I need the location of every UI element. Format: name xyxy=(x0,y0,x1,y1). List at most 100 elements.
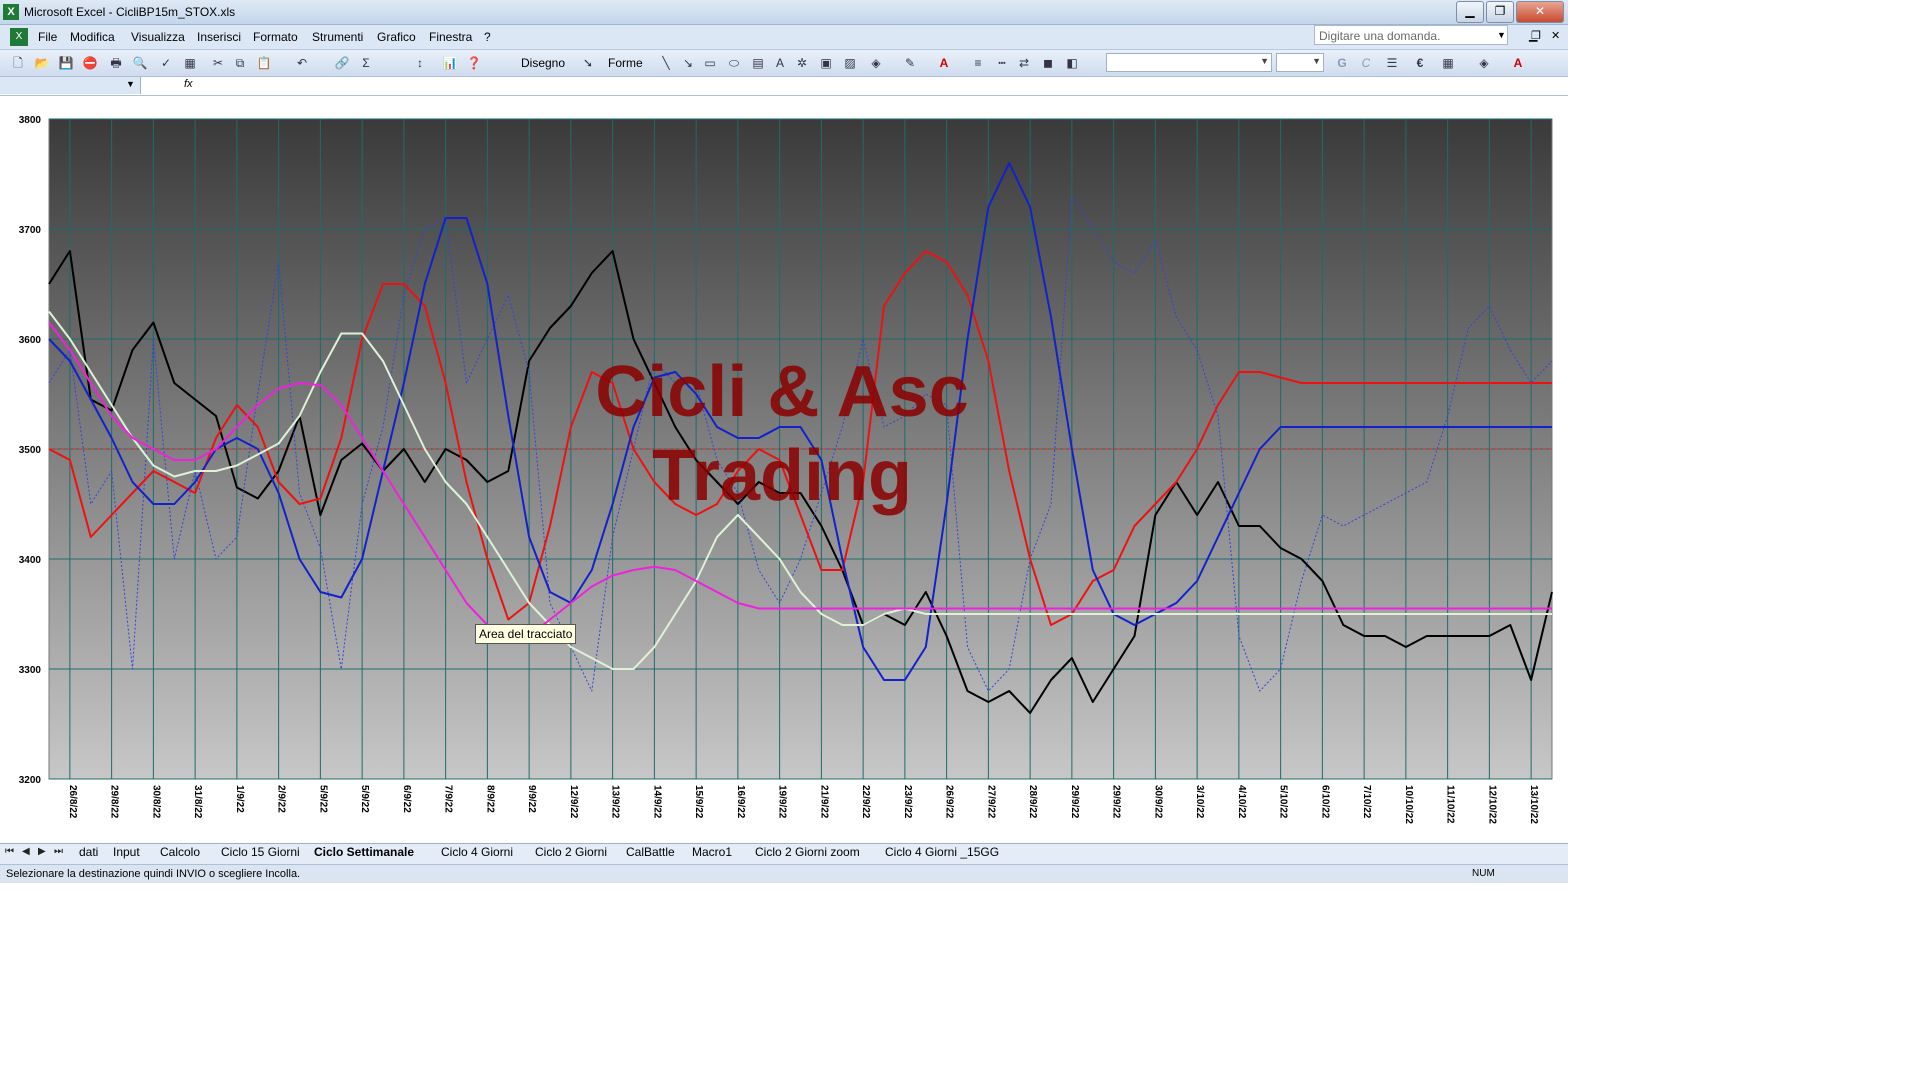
research-icon[interactable]: ▦ xyxy=(182,55,198,71)
tab-calbattle[interactable]: CalBattle xyxy=(626,845,675,859)
picture-icon[interactable]: ▨ xyxy=(842,55,858,71)
menu-help[interactable]: ? xyxy=(484,30,491,44)
arrow-icon[interactable]: ↘ xyxy=(680,55,696,71)
doc-restore-button[interactable]: ❐ xyxy=(1531,29,1541,42)
permission-icon[interactable]: ⛔ xyxy=(82,55,98,71)
tab-ciclo-15-giorni[interactable]: Ciclo 15 Giorni xyxy=(221,845,300,859)
last-sheet-button[interactable]: ⏭ xyxy=(54,846,63,857)
open-icon[interactable]: 📂 xyxy=(34,55,50,71)
x-tick-label: 28/9/22 xyxy=(1027,785,1038,819)
sort-icon[interactable]: ↕ xyxy=(412,55,428,71)
x-tick-label: 27/9/22 xyxy=(985,785,996,819)
font-size-combo[interactable]: ▼ xyxy=(1276,53,1324,72)
y-tick-label: 3300 xyxy=(19,665,42,676)
cell-fill-icon[interactable]: ◈ xyxy=(1476,55,1492,71)
copy-icon[interactable]: ⧉ xyxy=(232,55,248,71)
rectangle-icon[interactable]: ▭ xyxy=(702,55,718,71)
menu-file[interactable]: File xyxy=(38,30,57,44)
clipart-icon[interactable]: ▣ xyxy=(818,55,834,71)
borders-icon[interactable]: ▦ xyxy=(1440,55,1456,71)
line-style-icon[interactable]: ≡ xyxy=(970,55,986,71)
menu-inserisci[interactable]: Inserisci xyxy=(197,30,241,44)
chart-wizard-icon[interactable]: 📊 xyxy=(442,55,458,71)
tab-dati[interactable]: dati xyxy=(79,845,98,859)
y-tick-label: 3800 xyxy=(19,115,42,126)
workbook-icon[interactable]: X xyxy=(10,28,28,46)
align-icon[interactable]: ☰ xyxy=(1384,55,1400,71)
menu-finestra[interactable]: Finestra xyxy=(429,30,472,44)
oval-icon[interactable]: ⬭ xyxy=(726,55,742,71)
print-icon[interactable]: 🖶 xyxy=(108,55,124,71)
first-sheet-button[interactable]: ⏮ xyxy=(5,846,14,857)
x-tick-label: 13/9/22 xyxy=(610,785,621,819)
cut-icon[interactable]: ✂ xyxy=(210,55,226,71)
tab-ciclo-2-giorni-zoom[interactable]: Ciclo 2 Giorni zoom xyxy=(755,845,860,859)
font-name-combo[interactable]: ▼ xyxy=(1106,53,1272,72)
watermark-line: Cicli & Asc xyxy=(595,352,968,432)
help-question-input[interactable]: Digitare una domanda. xyxy=(1314,25,1508,45)
autosum-icon[interactable]: Σ xyxy=(358,55,374,71)
spelling-icon[interactable]: ✓ xyxy=(158,55,174,71)
currency-button[interactable]: € xyxy=(1412,55,1428,71)
next-sheet-button[interactable]: ▶ xyxy=(38,846,46,857)
x-tick-label: 6/9/22 xyxy=(401,785,412,813)
x-tick-label: 5/9/22 xyxy=(317,785,328,813)
x-tick-label: 7/10/22 xyxy=(1361,785,1372,819)
forme-menu[interactable]: Forme xyxy=(608,56,643,70)
x-tick-label: 5/9/22 xyxy=(359,785,370,813)
line-color-icon[interactable]: ✎ xyxy=(902,55,918,71)
prev-sheet-button[interactable]: ◀ xyxy=(22,846,30,857)
x-tick-label: 8/9/22 xyxy=(484,785,495,813)
menu-visualizza[interactable]: Visualizza xyxy=(131,30,185,44)
new-icon[interactable]: 🗋 xyxy=(10,55,26,71)
minimize-button[interactable]: ▁ xyxy=(1456,1,1484,23)
x-tick-label: 23/9/22 xyxy=(902,785,913,819)
help-icon[interactable]: ❓ xyxy=(466,55,482,71)
excel-app-icon[interactable]: X xyxy=(3,4,19,20)
name-box[interactable]: ▼ xyxy=(0,77,141,94)
line-icon[interactable]: ╲ xyxy=(658,55,674,71)
formula-bar xyxy=(0,77,1568,96)
x-tick-label: 30/8/22 xyxy=(150,785,161,819)
tab-ciclo-4-giorni[interactable]: Ciclo 4 Giorni xyxy=(441,845,513,859)
tab-input[interactable]: Input xyxy=(113,845,140,859)
3d-icon[interactable]: ◧ xyxy=(1064,55,1080,71)
italic-button[interactable]: C xyxy=(1358,55,1374,71)
diagram-icon[interactable]: ✲ xyxy=(794,55,810,71)
chevron-down-icon: ▼ xyxy=(1312,56,1321,66)
cycle-chart[interactable]: 3200 3300 3400 3500 3600 3700 3800 26/8/22 29/8… xyxy=(0,96,1568,842)
y-tick-label: 3600 xyxy=(19,335,42,346)
menu-grafico[interactable]: Grafico xyxy=(377,30,416,44)
doc-close-button[interactable]: ✕ xyxy=(1551,29,1560,42)
help-dropdown-icon[interactable]: ▼ xyxy=(1497,30,1506,40)
arrow-style-icon[interactable]: ⇄ xyxy=(1016,55,1032,71)
tab-ciclo-2-giorni[interactable]: Ciclo 2 Giorni xyxy=(535,845,607,859)
textbox-icon[interactable]: ▤ xyxy=(750,55,766,71)
font-color-icon[interactable]: A xyxy=(936,55,952,71)
menu-strumenti[interactable]: Strumenti xyxy=(312,30,363,44)
disegno-menu[interactable]: Disegno xyxy=(521,56,565,70)
tab-ciclo-settimanale[interactable]: Ciclo Settimanale xyxy=(314,845,414,859)
y-tick-label: 3400 xyxy=(19,555,42,566)
undo-icon[interactable]: ↶ xyxy=(294,55,310,71)
hyperlink-icon[interactable]: 🔗 xyxy=(334,55,350,71)
fill-color-icon[interactable]: ◈ xyxy=(868,55,884,71)
select-pointer-icon[interactable]: ➘ xyxy=(580,55,596,71)
wordart-icon[interactable]: A xyxy=(772,55,788,71)
text-color-icon[interactable]: A xyxy=(1510,55,1526,71)
save-icon[interactable]: 💾 xyxy=(58,55,74,71)
fx-icon[interactable]: fx xyxy=(184,78,193,90)
tab-calcolo[interactable]: Calcolo xyxy=(160,845,200,859)
tab-ciclo-4-giorni-15gg[interactable]: Ciclo 4 Giorni _15GG xyxy=(885,845,999,859)
x-tick-label: 29/9/22 xyxy=(1111,785,1122,819)
restore-button[interactable]: ❐ xyxy=(1486,1,1514,23)
paste-icon[interactable]: 📋 xyxy=(256,55,272,71)
bold-button[interactable]: G xyxy=(1334,55,1350,71)
tab-macro1[interactable]: Macro1 xyxy=(692,845,732,859)
dash-style-icon[interactable]: ┅ xyxy=(994,55,1010,71)
close-button[interactable]: ✕ xyxy=(1516,1,1564,23)
print-preview-icon[interactable]: 🔍 xyxy=(132,55,148,71)
menu-formato[interactable]: Formato xyxy=(253,30,298,44)
menu-modifica[interactable]: Modifica xyxy=(70,30,115,44)
shadow-icon[interactable]: ◼ xyxy=(1040,55,1056,71)
